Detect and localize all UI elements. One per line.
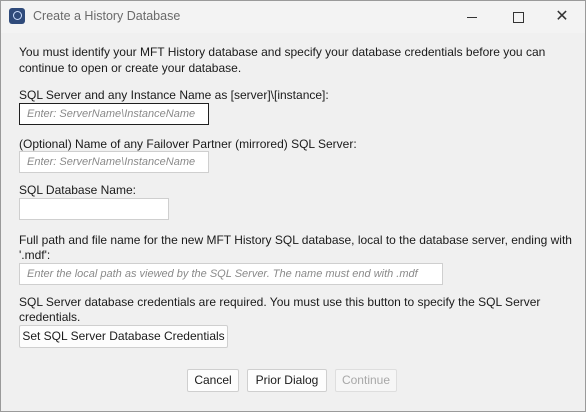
intro-line-2: continue to open or create your database… <box>19 61 242 75</box>
dbname-input[interactable] <box>19 198 169 220</box>
title-bar[interactable]: Create a History Database ✕ <box>1 1 585 33</box>
minimize-icon <box>467 16 477 18</box>
path-label-line-2: '.mdf': <box>19 248 51 262</box>
prior-dialog-button[interactable]: Prior Dialog <box>247 369 327 392</box>
failover-input[interactable]: Enter: ServerName\InstanceName <box>19 151 209 173</box>
intro-line-1: You must identify your MFT History datab… <box>19 45 546 59</box>
maximize-button[interactable] <box>495 1 541 33</box>
server-input[interactable]: Enter: ServerName\InstanceName <box>19 103 209 125</box>
app-logo-icon <box>9 8 25 24</box>
path-input[interactable]: Enter the local path as viewed by the SQ… <box>19 263 443 285</box>
maximize-icon <box>512 11 524 23</box>
credentials-note-line-2: credentials. <box>19 310 81 324</box>
set-credentials-button[interactable]: Set SQL Server Database Credentials <box>19 325 228 348</box>
server-label: SQL Server and any Instance Name as [ser… <box>19 88 329 102</box>
minimize-button[interactable] <box>449 1 495 33</box>
dialog-window: Create a History Database ✕ You must ide… <box>0 0 586 412</box>
window-title: Create a History Database <box>33 9 181 23</box>
continue-button: Continue <box>335 369 397 392</box>
close-icon: ✕ <box>555 8 569 25</box>
credentials-note-line-1: SQL Server database credentials are requ… <box>19 295 541 309</box>
dbname-label: SQL Database Name: <box>19 183 136 197</box>
cancel-button[interactable]: Cancel <box>187 369 239 392</box>
close-button[interactable]: ✕ <box>539 1 585 33</box>
failover-label: (Optional) Name of any Failover Partner … <box>19 137 357 151</box>
path-label-line-1: Full path and file name for the new MFT … <box>19 233 572 247</box>
